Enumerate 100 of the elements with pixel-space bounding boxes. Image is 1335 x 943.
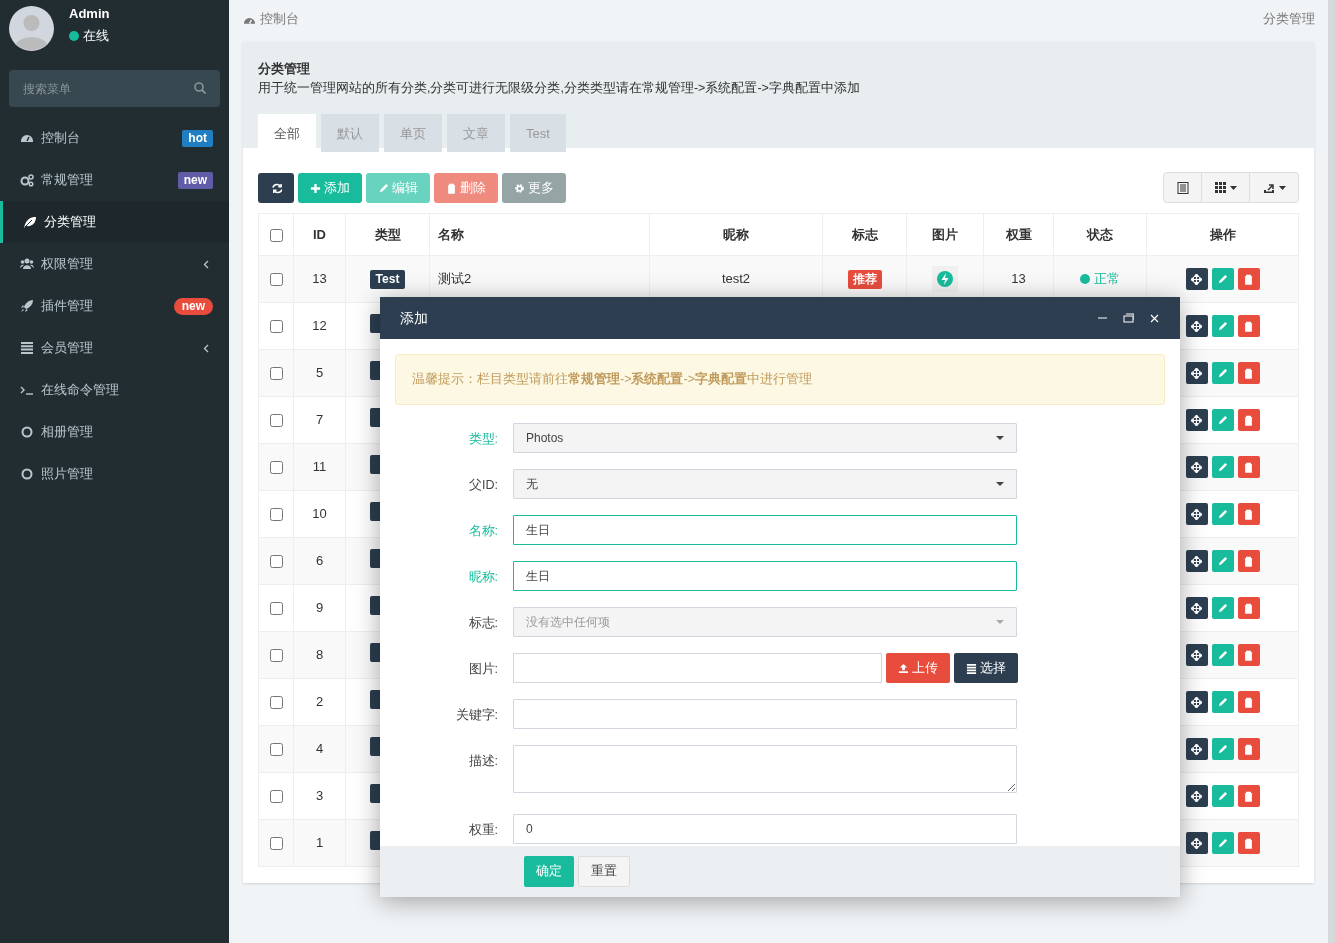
row-checkbox[interactable] — [269, 367, 283, 381]
delete-button[interactable] — [1237, 362, 1260, 384]
drag-button[interactable] — [1185, 362, 1208, 384]
row-checkbox[interactable] — [269, 555, 283, 569]
trash-icon — [1243, 508, 1254, 520]
grid-icon — [1214, 182, 1226, 193]
drag-button[interactable] — [1185, 738, 1208, 760]
row-checkbox[interactable] — [269, 508, 283, 522]
users-icon — [20, 257, 34, 271]
drag-button[interactable] — [1185, 832, 1208, 854]
row-checkbox[interactable] — [269, 790, 283, 804]
breadcrumb-link[interactable]: 控制台 — [260, 8, 299, 29]
input-field[interactable]: 生日 — [513, 515, 1017, 545]
sidebar-item[interactable]: 控制台 hot — [0, 117, 229, 159]
move-icon — [1191, 320, 1202, 332]
trash-icon — [1243, 555, 1254, 567]
delete-button[interactable] — [1237, 597, 1260, 619]
caret-icon — [996, 620, 1004, 624]
select-field[interactable]: 无 — [513, 469, 1017, 499]
textarea-field[interactable] — [513, 745, 1017, 793]
input-field[interactable] — [513, 699, 1017, 729]
pencil-icon — [1217, 461, 1228, 473]
row-checkbox[interactable] — [269, 273, 283, 287]
delete-button[interactable] — [1237, 738, 1260, 760]
column-header: 权重 — [983, 213, 1054, 256]
row-checkbox[interactable] — [269, 320, 283, 334]
delete-button[interactable] — [1237, 785, 1260, 807]
minimize-button[interactable] — [1097, 317, 1108, 319]
field-label: 昵称: — [467, 569, 499, 586]
drag-button[interactable] — [1185, 785, 1208, 807]
type-badge: Test — [369, 270, 406, 289]
delete-button[interactable] — [1237, 644, 1260, 666]
sidebar-item-label: 照片管理 — [41, 465, 94, 484]
column-header: ID — [293, 213, 346, 256]
pencil-icon — [1217, 790, 1228, 802]
sidebar-item[interactable]: 相册管理 — [0, 411, 229, 453]
drag-button[interactable] — [1185, 597, 1208, 619]
panel-description: 用于统一管理网站的所有分类,分类可进行无限级分类,分类类型请在常规管理->系统配置->字典配置中添加 — [258, 79, 861, 97]
table-cell: 3 — [293, 772, 346, 820]
delete-button[interactable] — [1237, 315, 1260, 337]
trash-icon — [1243, 320, 1254, 332]
field-label: 标志: — [467, 615, 499, 632]
trash-icon — [1243, 273, 1254, 285]
drag-button[interactable] — [1185, 456, 1208, 478]
column-header: 操作 — [1146, 213, 1299, 256]
delete-button[interactable] — [1237, 409, 1260, 431]
choose-button[interactable]: 选择 — [954, 653, 1018, 683]
sidebar-item[interactable]: 会员管理 — [0, 327, 229, 369]
delete-button[interactable] — [1237, 456, 1260, 478]
sidebar-item[interactable]: 在线命令管理 — [0, 369, 229, 411]
export-icon — [1262, 181, 1275, 194]
sidebar-item-label: 在线命令管理 — [41, 381, 120, 400]
search-field[interactable]: 搜索菜单 — [9, 70, 220, 107]
row-checkbox[interactable] — [269, 414, 283, 428]
delete-button[interactable] — [1237, 503, 1260, 525]
drag-button[interactable] — [1185, 550, 1208, 572]
pencil-icon — [1217, 649, 1228, 661]
delete-button[interactable] — [1237, 550, 1260, 572]
maximize-button[interactable] — [1123, 312, 1134, 324]
drag-button[interactable] — [1185, 644, 1208, 666]
delete-button[interactable] — [1237, 691, 1260, 713]
drag-button[interactable] — [1185, 268, 1208, 290]
input-field[interactable] — [513, 653, 882, 683]
delete-button[interactable] — [1237, 832, 1260, 854]
row-checkbox[interactable] — [269, 649, 283, 663]
refresh-button[interactable] — [258, 173, 294, 203]
rocket-icon — [20, 299, 34, 313]
sidebar-item[interactable]: 常规管理 new — [0, 159, 229, 201]
drag-button[interactable] — [1185, 315, 1208, 337]
trash-icon — [1243, 649, 1254, 661]
input-field[interactable]: 0 — [513, 814, 1017, 844]
close-button[interactable] — [1149, 312, 1160, 324]
circle-icon — [20, 467, 34, 481]
reset-button[interactable]: 重置 — [578, 856, 630, 887]
input-field[interactable]: 生日 — [513, 561, 1017, 591]
move-icon — [1191, 367, 1202, 379]
sidebar-item[interactable]: 照片管理 — [0, 453, 229, 495]
trash-icon — [446, 182, 457, 194]
upload-icon — [898, 662, 909, 674]
select-field[interactable]: Photos — [513, 423, 1017, 453]
trash-icon — [1243, 790, 1254, 802]
field-label: 权重: — [467, 822, 499, 839]
sidebar-badge: new — [173, 297, 213, 315]
sidebar-item[interactable]: 插件管理 new — [0, 285, 229, 327]
row-checkbox[interactable] — [269, 743, 283, 757]
table-cell: 11 — [293, 443, 346, 491]
row-checkbox[interactable] — [269, 602, 283, 616]
panel-title: 分类管理 — [258, 60, 311, 78]
sidebar-item[interactable]: 分类管理 — [0, 201, 229, 243]
select-all-checkbox[interactable] — [269, 228, 283, 242]
row-checkbox[interactable] — [269, 837, 283, 851]
upload-button[interactable]: 上传 — [886, 653, 950, 683]
row-checkbox[interactable] — [269, 696, 283, 710]
refresh-icon — [270, 182, 282, 194]
drag-button[interactable] — [1185, 691, 1208, 713]
delete-button[interactable] — [1237, 268, 1260, 290]
row-checkbox[interactable] — [269, 461, 283, 475]
drag-button[interactable] — [1185, 409, 1208, 431]
sidebar-item[interactable]: 权限管理 — [0, 243, 229, 285]
drag-button[interactable] — [1185, 503, 1208, 525]
